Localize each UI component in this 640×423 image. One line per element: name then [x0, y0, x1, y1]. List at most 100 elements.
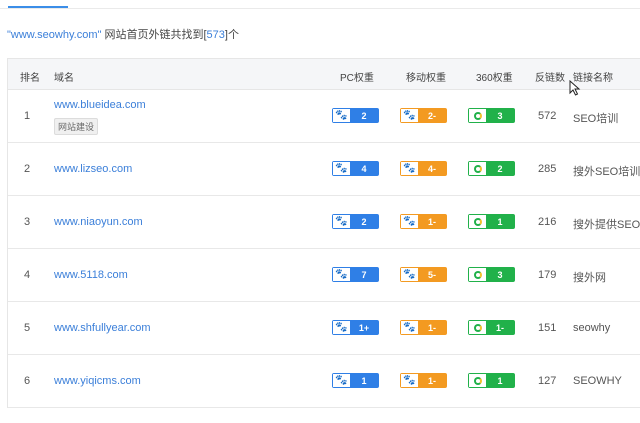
360-ring-icon — [473, 111, 482, 120]
mobile-weight-badge[interactable]: 🐾 1- — [400, 320, 447, 335]
360-ring-icon — [473, 217, 482, 226]
pc-weight-value: 2 — [350, 109, 378, 122]
360-weight-value: 2 — [486, 162, 514, 175]
pc-weight-badge[interactable]: 🐾 4 — [332, 161, 379, 176]
table-row: 1 www.blueidea.com 网站建设 🐾 2 🐾 2- 3 572 SEO培训 — [8, 90, 640, 143]
mobile-weight-value: 5- — [418, 268, 446, 281]
baidu-paw-icon: 🐾 — [403, 374, 416, 386]
row-rank: 1 — [24, 110, 31, 122]
table-row: 4 www.5118.com 🐾 7 🐾 5- 3 179 搜外网 — [8, 249, 640, 302]
row-site-tag: 网站建设 — [54, 118, 99, 135]
row-rank: 2 — [24, 163, 31, 175]
mobile-weight-badge[interactable]: 🐾 1- — [400, 214, 447, 229]
360-weight-badge[interactable]: 1 — [468, 373, 515, 388]
table-body: 1 www.blueidea.com 网站建设 🐾 2 🐾 2- 3 572 SEO培训 2 www.… — [8, 90, 640, 408]
row-domain-link[interactable]: www.yiqicms.com — [54, 375, 141, 387]
result-summary: "www.seowhy.com" 网站首页外链共找到[573]个 — [7, 26, 239, 42]
baidu-paw-icon: 🐾 — [335, 268, 348, 280]
360-ring-icon — [473, 323, 482, 332]
row-rank: 6 — [24, 375, 31, 387]
360-weight-badge[interactable]: 2 — [468, 161, 515, 176]
header-360-weight: 360权重 — [476, 73, 513, 84]
pc-weight-badge[interactable]: 🐾 2 — [332, 214, 379, 229]
summary-site-link[interactable]: "www.seowhy.com" — [7, 29, 101, 41]
360-weight-value: 3 — [486, 268, 514, 281]
pc-weight-badge[interactable]: 🐾 1 — [332, 373, 379, 388]
mobile-weight-value: 1- — [418, 321, 446, 334]
table-row: 2 www.lizseo.com 🐾 4 🐾 4- 2 285 搜外SEO培训 — [8, 143, 640, 196]
360-weight-value: 1 — [486, 215, 514, 228]
active-tab-indicator — [8, 6, 68, 8]
table-header: 排名 域名 PC权重 移动权重 360权重 反链数 链接名称 — [8, 59, 640, 90]
mobile-weight-badge[interactable]: 🐾 4- — [400, 161, 447, 176]
360-ring-icon — [473, 164, 482, 173]
pc-weight-value: 4 — [350, 162, 378, 175]
mobile-weight-badge[interactable]: 🐾 2- — [400, 108, 447, 123]
top-divider — [0, 8, 640, 9]
row-backlinks-count: 572 — [538, 110, 557, 122]
backlinks-table: 排名 域名 PC权重 移动权重 360权重 反链数 链接名称 1 www.blue… — [7, 58, 640, 408]
row-domain-link[interactable]: www.shfullyear.com — [54, 322, 151, 334]
mobile-weight-value: 1- — [418, 215, 446, 228]
baidu-paw-icon: 🐾 — [335, 321, 348, 333]
table-row: 5 www.shfullyear.com 🐾 1+ 🐾 1- 1- 151 seowhy — [8, 302, 640, 355]
table-row: 6 www.yiqicms.com 🐾 1 🐾 1- 1 127 SEOWHY — [8, 355, 640, 408]
360-ring-icon — [473, 270, 482, 279]
baidu-paw-icon: 🐾 — [335, 109, 348, 121]
mobile-weight-badge[interactable]: 🐾 5- — [400, 267, 447, 282]
baidu-paw-icon: 🐾 — [335, 374, 348, 386]
pc-weight-badge[interactable]: 🐾 2 — [332, 108, 379, 123]
baidu-paw-icon: 🐾 — [403, 321, 416, 333]
baidu-paw-icon: 🐾 — [403, 268, 416, 280]
row-anchor-text: SEOWHY — [573, 375, 622, 387]
pc-weight-value: 1+ — [350, 321, 378, 334]
row-rank: 4 — [24, 269, 31, 281]
row-backlinks-count: 127 — [538, 375, 557, 387]
360-weight-value: 3 — [486, 109, 514, 122]
row-backlinks-count: 151 — [538, 322, 557, 334]
row-anchor-text: 搜外网 — [573, 272, 606, 284]
row-rank: 5 — [24, 322, 31, 334]
row-anchor-text: SEO培训 — [573, 113, 619, 125]
summary-count: 573 — [206, 29, 225, 41]
header-mobile-weight: 移动权重 — [406, 73, 446, 84]
row-domain-link[interactable]: www.niaoyun.com — [54, 216, 143, 228]
summary-text-before: 网站首页外链共找到[ — [101, 29, 207, 41]
mobile-weight-value: 2- — [418, 109, 446, 122]
mobile-weight-value: 4- — [418, 162, 446, 175]
row-backlinks-count: 179 — [538, 269, 557, 281]
baidu-paw-icon: 🐾 — [335, 215, 348, 227]
row-anchor-text: seowhy — [573, 322, 611, 334]
row-domain-link[interactable]: www.blueidea.com — [54, 99, 146, 111]
header-pc-weight: PC权重 — [340, 73, 374, 84]
baidu-paw-icon: 🐾 — [335, 162, 348, 174]
summary-text-after: ]个 — [224, 29, 239, 41]
row-anchor-text: 搜外SEO培训 — [573, 166, 640, 178]
360-weight-badge[interactable]: 3 — [468, 267, 515, 282]
360-weight-value: 1- — [486, 321, 514, 334]
header-domain: 域名 — [54, 73, 74, 84]
table-row: 3www.niaoyun.com🐾2🐾1-1216搜外提供SEO... — [8, 196, 640, 249]
360-weight-value: 1 — [486, 374, 514, 387]
header-rank: 排名 — [20, 73, 40, 84]
row-rank: 3 — [24, 216, 31, 228]
mobile-weight-badge[interactable]: 🐾 1- — [400, 373, 447, 388]
360-weight-badge[interactable]: 1 — [468, 214, 515, 229]
row-domain-link[interactable]: www.5118.com — [54, 269, 128, 281]
360-weight-badge[interactable]: 1- — [468, 320, 515, 335]
baidu-paw-icon: 🐾 — [403, 162, 416, 174]
pc-weight-value: 1 — [350, 374, 378, 387]
pc-weight-badge[interactable]: 🐾 1+ — [332, 320, 379, 335]
360-ring-icon — [473, 376, 482, 385]
header-backlinks: 反链数 — [535, 73, 565, 84]
mobile-weight-value: 1- — [418, 374, 446, 387]
row-domain-link[interactable]: www.lizseo.com — [54, 163, 132, 175]
row-backlinks-count: 216 — [538, 216, 557, 228]
row-anchor-text: 搜外提供SEO... — [573, 219, 640, 231]
360-weight-badge[interactable]: 3 — [468, 108, 515, 123]
baidu-paw-icon: 🐾 — [403, 109, 416, 121]
row-backlinks-count: 285 — [538, 163, 557, 175]
pc-weight-badge[interactable]: 🐾 7 — [332, 267, 379, 282]
pc-weight-value: 7 — [350, 268, 378, 281]
mouse-cursor-icon — [569, 80, 581, 96]
